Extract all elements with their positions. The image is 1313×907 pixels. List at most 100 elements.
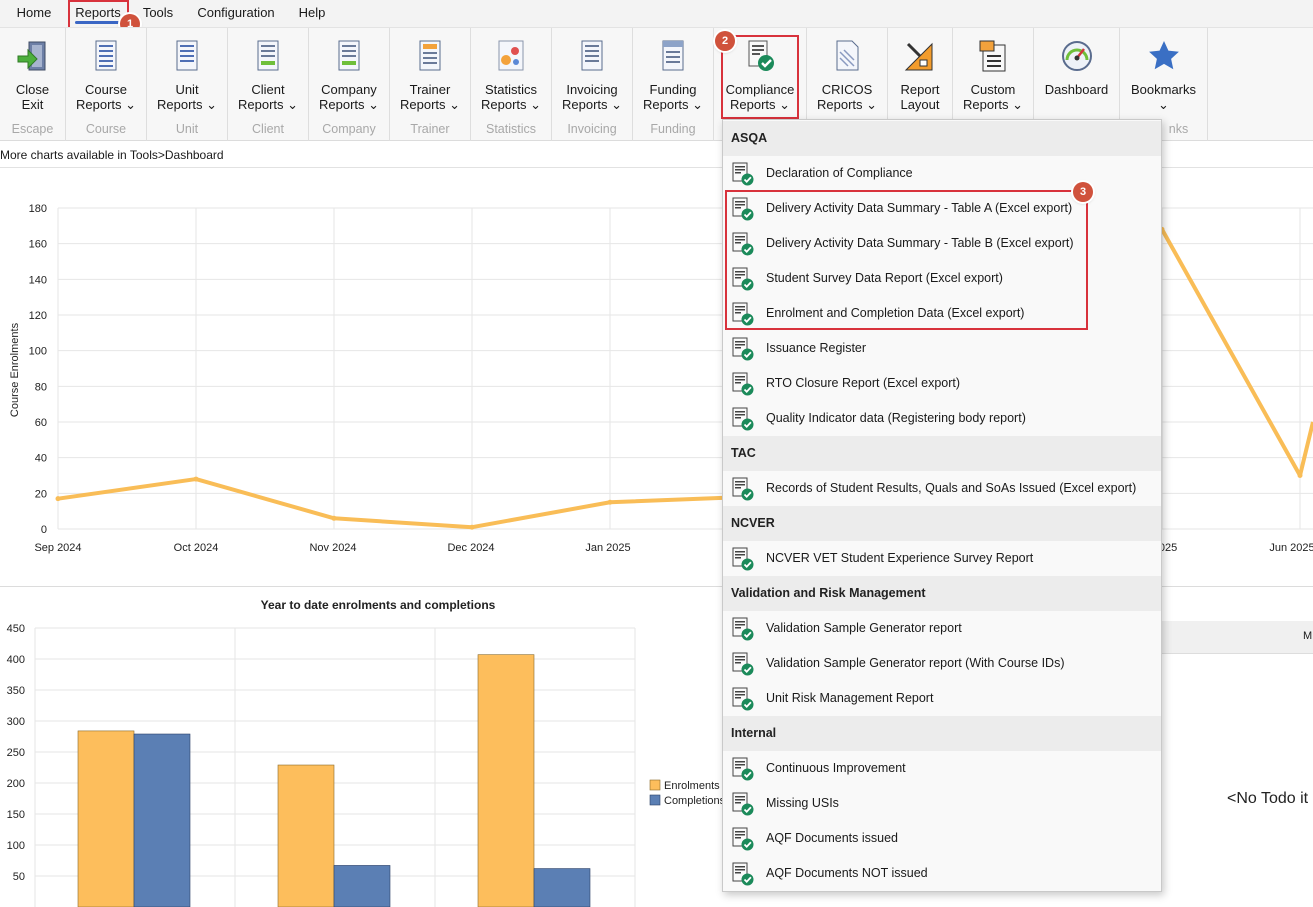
report-layout-button[interactable]: Report Layout bbox=[888, 28, 952, 116]
bar-chart-title: Year to date enrolments and completions bbox=[261, 598, 496, 612]
bar-chart-y-tick: 150 bbox=[7, 809, 25, 821]
ribbon-group-invoicing: Invoicing Reports ⌄ Invoicing bbox=[552, 28, 633, 141]
ribbon-group-unit: Unit Reports ⌄ Unit bbox=[147, 28, 228, 141]
dropdown-item[interactable]: AQF Documents issued bbox=[723, 821, 1161, 856]
dropdown-section-header: TAC bbox=[723, 436, 1161, 471]
ribbon-label: Company Reports ⌄ bbox=[318, 82, 380, 112]
group-name-trainer: Trainer bbox=[410, 122, 450, 136]
bar-chart-y-tick: 100 bbox=[7, 840, 25, 852]
todo-panel-header: M bbox=[1162, 621, 1313, 654]
ribbon-label: Statistics Reports ⌄ bbox=[480, 82, 542, 112]
dropdown-item[interactable]: Unit Risk Management Report bbox=[723, 681, 1161, 716]
cricos-reports-button[interactable]: CRICOS Reports ⌄ bbox=[807, 28, 887, 116]
funding-reports-icon bbox=[662, 40, 684, 71]
legend-label-enrolments: Enrolments T bbox=[664, 780, 729, 792]
tab-tools[interactable]: Tools bbox=[136, 0, 180, 27]
dropdown-item-label: RTO Closure Report (Excel export) bbox=[766, 376, 961, 390]
dropdown-item[interactable]: Declaration of Compliance bbox=[723, 156, 1161, 191]
custom-reports-button[interactable]: Custom Reports ⌄ bbox=[953, 28, 1033, 116]
dropdown-item[interactable]: AQF Documents NOT issued bbox=[723, 856, 1161, 891]
dropdown-item[interactable]: RTO Closure Report (Excel export) bbox=[723, 366, 1161, 401]
ribbon-group-escape: Close Exit Escape bbox=[0, 28, 66, 141]
bar-completions bbox=[133, 733, 191, 907]
dropdown-item-label: Records of Student Results, Quals and So… bbox=[766, 481, 1137, 495]
legend-label-completions: Completions bbox=[664, 795, 726, 807]
invoicing-reports-button[interactable]: Invoicing Reports ⌄ bbox=[552, 28, 632, 116]
compliance-report-icon bbox=[731, 547, 755, 571]
dropdown-item[interactable]: Issuance Register bbox=[723, 331, 1161, 366]
dashboard-button[interactable]: Dashboard bbox=[1034, 28, 1119, 116]
bar-chart-y-ticks: 50 100 150 200 250 300 350 400 450 bbox=[7, 623, 25, 883]
line-chart-x-tick: Sep 2024 bbox=[34, 542, 81, 554]
tab-help[interactable]: Help bbox=[291, 0, 333, 27]
ribbon-label: Dashboard bbox=[1044, 82, 1109, 97]
line-chart-y-tick: 160 bbox=[29, 239, 47, 251]
line-chart-y-tick: 80 bbox=[35, 381, 47, 393]
ribbon-label: Report Layout bbox=[900, 82, 940, 112]
unit-reports-button[interactable]: Unit Reports ⌄ bbox=[147, 28, 227, 116]
tab-configuration[interactable]: Configuration bbox=[190, 0, 282, 27]
dropdown-item[interactable]: Records of Student Results, Quals and So… bbox=[723, 471, 1161, 506]
dropdown-section-header: Validation and Risk Management bbox=[723, 576, 1161, 611]
line-chart-y-tick: 20 bbox=[35, 488, 47, 500]
dropdown-item[interactable]: Validation Sample Generator report bbox=[723, 611, 1161, 646]
company-reports-button[interactable]: Company Reports ⌄ bbox=[309, 28, 389, 116]
line-chart-x-tick: Dec 2024 bbox=[447, 542, 494, 554]
course-reports-icon bbox=[95, 40, 117, 71]
dropdown-item-label: Issuance Register bbox=[766, 341, 867, 355]
group-name-statistics: Statistics bbox=[485, 122, 536, 136]
ribbon-label: Close Exit bbox=[15, 82, 50, 112]
group-name-client: Client bbox=[252, 122, 284, 136]
compliance-report-icon bbox=[731, 687, 755, 711]
bar-chart-y-tick: 50 bbox=[13, 871, 25, 883]
line-chart-x-tick: Oct 2024 bbox=[174, 542, 219, 554]
client-reports-button[interactable]: Client Reports ⌄ bbox=[228, 28, 308, 116]
dropdown-item[interactable]: Validation Sample Generator report (With… bbox=[723, 646, 1161, 681]
todo-header-column: M bbox=[1303, 630, 1313, 642]
line-chart-point bbox=[469, 524, 475, 530]
tab-home[interactable]: Home bbox=[8, 0, 60, 27]
step-badge-2: 2 bbox=[715, 31, 735, 51]
bookmark-star-icon bbox=[1148, 41, 1179, 70]
dropdown-item-label: AQF Documents NOT issued bbox=[766, 866, 928, 880]
compliance-report-icon bbox=[731, 827, 755, 851]
bar-chart-y-tick: 250 bbox=[7, 747, 25, 759]
legend-swatch-enrolments bbox=[649, 779, 661, 791]
funding-reports-button[interactable]: Funding Reports ⌄ bbox=[633, 28, 713, 116]
group-name-funding: Funding bbox=[650, 122, 696, 136]
dropdown-item[interactable]: Missing USIs bbox=[723, 786, 1161, 821]
group-name-company: Company bbox=[322, 122, 376, 136]
client-reports-icon bbox=[257, 40, 279, 71]
compliance-report-icon bbox=[731, 652, 755, 676]
ribbon-group-statistics: Statistics Reports ⌄ Statistics bbox=[471, 28, 552, 141]
bookmarks-button[interactable]: Bookmarks ⌄ bbox=[1120, 28, 1207, 116]
bar-chart-legend: Enrolments T Completions bbox=[649, 779, 729, 807]
bar-chart-y-tick: 300 bbox=[7, 716, 25, 728]
highlight-compliance-button bbox=[721, 35, 799, 119]
ribbon-group-course: Course Reports ⌄ Course bbox=[66, 28, 147, 141]
statistics-reports-icon bbox=[498, 40, 524, 71]
compliance-report-icon bbox=[731, 862, 755, 886]
close-exit-button[interactable]: Close Exit bbox=[0, 28, 65, 116]
bar-chart-y-tick: 200 bbox=[7, 778, 25, 790]
dropdown-item[interactable]: Quality Indicator data (Registering body… bbox=[723, 401, 1161, 436]
compliance-report-icon bbox=[731, 792, 755, 816]
line-chart-y-ticks: 0 20 40 60 80 100 120 140 160 180 bbox=[29, 203, 47, 536]
menu-bar: Home Reports Tools Configuration Help bbox=[0, 0, 1313, 27]
company-reports-icon bbox=[338, 40, 360, 71]
ribbon-group-funding: Funding Reports ⌄ Funding bbox=[633, 28, 714, 141]
ribbon-label: Client Reports ⌄ bbox=[237, 82, 299, 112]
trainer-reports-button[interactable]: Trainer Reports ⌄ bbox=[390, 28, 470, 116]
course-reports-button[interactable]: Course Reports ⌄ bbox=[66, 28, 146, 116]
trainer-reports-icon bbox=[419, 40, 441, 71]
dropdown-item-label: Declaration of Compliance bbox=[766, 166, 913, 180]
line-chart-y-tick: 0 bbox=[41, 524, 47, 536]
statistics-reports-button[interactable]: Statistics Reports ⌄ bbox=[471, 28, 551, 116]
dropdown-item[interactable]: Continuous Improvement bbox=[723, 751, 1161, 786]
dropdown-item-label: Quality Indicator data (Registering body… bbox=[766, 411, 1026, 425]
dropdown-item-label: Validation Sample Generator report (With… bbox=[766, 656, 1065, 670]
ribbon-group-trainer: Trainer Reports ⌄ Trainer bbox=[390, 28, 471, 141]
dropdown-item[interactable]: NCVER VET Student Experience Survey Repo… bbox=[723, 541, 1161, 576]
bar-enrolments bbox=[477, 654, 535, 907]
ribbon-label: Trainer Reports ⌄ bbox=[399, 82, 461, 112]
